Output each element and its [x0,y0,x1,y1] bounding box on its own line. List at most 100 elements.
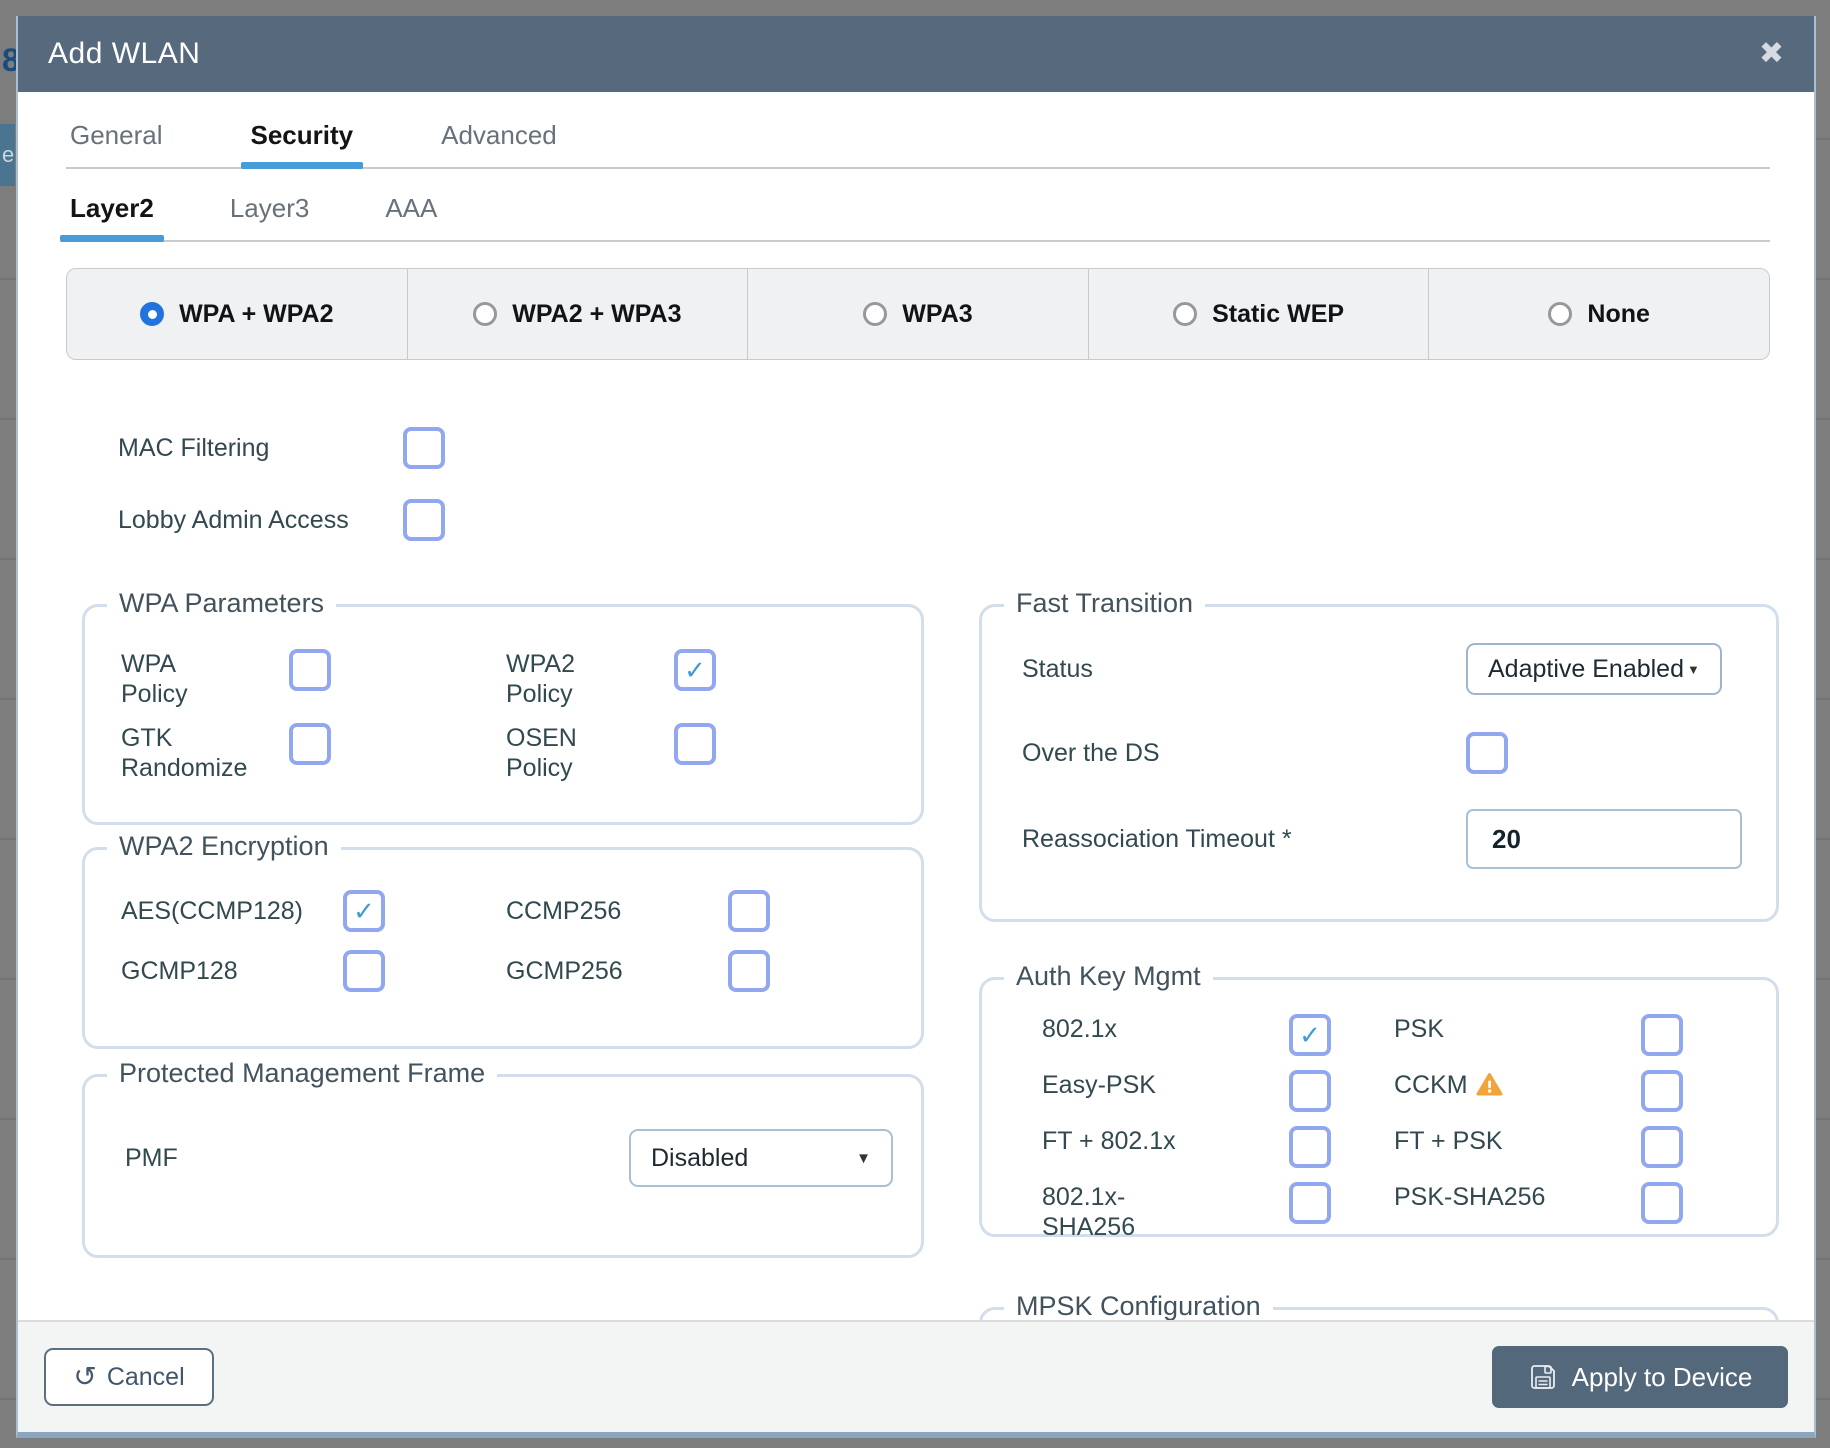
gcmp256-label: GCMP256 [506,957,623,985]
warning-icon [1476,1072,1503,1104]
tab-security[interactable]: Security [240,120,363,169]
dot1x-sha256-label: 802.1x-SHA256 [1042,1183,1136,1241]
background-button-fragment: e [0,124,15,186]
security-subtabs: Layer2 Layer3 AAA [60,169,1770,242]
dot1x-sha256-cell: 802.1x-SHA256 [1042,1182,1394,1242]
save-icon [1528,1362,1558,1392]
right-column: Fast Transition Status Adaptive Enabled … [979,588,1779,1326]
chevron-down-icon: ▼ [856,1149,871,1167]
auth-key-mgmt-section: Auth Key Mgmt 802.1x PSK Easy-PSK [979,961,1779,1241]
easy-psk-checkbox[interactable] [1289,1070,1331,1112]
aes-ccmp128-cell: AES(CCMP128) [121,890,506,932]
left-column: WPA Parameters WPA Policy WPA2 Policy GT… [82,588,924,1258]
fast-transition-section: Fast Transition Status Adaptive Enabled … [979,588,1779,922]
easy-psk-label: Easy-PSK [1042,1071,1156,1099]
dialog-body: General Security Advanced Layer2 Layer3 … [18,92,1814,1326]
over-the-ds-label: Over the DS [1022,738,1160,767]
ccmp256-checkbox[interactable] [728,890,770,932]
gcmp128-cell: GCMP128 [121,950,506,992]
reassociation-timeout-input[interactable] [1466,809,1742,869]
wpa-parameters-title: WPA Parameters [107,588,337,619]
dialog-header: Add WLAN ✖ [18,16,1814,92]
gtk-randomize-label: GTK Randomize [121,724,248,782]
reassociation-timeout-row: Reassociation Timeout * [1022,809,1746,869]
chevron-down-icon: ▼ [1686,661,1700,677]
status-row: Status Adaptive Enabled ▼ [1022,641,1746,697]
ft-dot1x-checkbox[interactable] [1289,1126,1331,1168]
status-select-value: Adaptive Enabled [1488,654,1684,683]
reassociation-timeout-label: Reassociation Timeout * [1022,824,1292,853]
pmf-label: PMF [125,1144,178,1172]
dot1x-label: 802.1x [1042,1015,1118,1043]
gcmp256-checkbox[interactable] [728,950,770,992]
radio-label: WPA2 + WPA3 [512,299,682,328]
fast-transition-title: Fast Transition [1004,588,1206,619]
mac-filtering-checkbox[interactable] [403,427,445,469]
tab-advanced[interactable]: Advanced [437,120,561,167]
wpa-policy-checkbox[interactable] [289,649,331,691]
gcmp256-cell: GCMP256 [506,950,891,992]
radio-icon-wpa-wpa2 [140,302,165,326]
lobby-admin-access-row: Lobby Admin Access [66,492,1770,548]
dot1x-checkbox[interactable] [1289,1014,1331,1056]
radio-static-wep[interactable]: Static WEP [1089,269,1430,359]
radio-wpa2-wpa3[interactable]: WPA2 + WPA3 [408,269,749,359]
status-select[interactable]: Adaptive Enabled ▼ [1466,643,1722,695]
mac-filtering-row: MAC Filtering [66,420,1770,476]
psk-checkbox[interactable] [1641,1014,1683,1056]
tab-general[interactable]: General [66,120,167,167]
main-tabs: General Security Advanced [66,92,1770,169]
cancel-button-label: Cancel [106,1362,185,1391]
over-the-ds-checkbox[interactable] [1466,732,1508,774]
mpsk-configuration-title: MPSK Configuration [1004,1291,1273,1322]
cancel-button[interactable]: ↺ Cancel [44,1348,214,1406]
apply-button-label: Apply to Device [1571,1361,1753,1392]
subtab-aaa[interactable]: AAA [381,193,441,240]
wpa2-policy-checkbox[interactable] [674,649,716,691]
pmf-section-title: Protected Management Frame [107,1058,498,1089]
add-wlan-dialog: Add WLAN ✖ General Security Advanced Lay… [16,16,1816,1438]
lobby-admin-access-checkbox[interactable] [403,499,445,541]
wpa2-encryption-title: WPA2 Encryption [107,831,341,862]
radio-icon-wpa2-wpa3 [473,302,498,326]
security-mode-group: WPA + WPA2 WPA2 + WPA3 WPA3 Static WEP N… [66,268,1770,360]
radio-icon-static-wep [1173,302,1198,326]
radio-wpa-wpa2[interactable]: WPA + WPA2 [67,269,408,359]
gtk-randomize-checkbox[interactable] [289,723,331,765]
close-icon[interactable]: ✖ [1759,39,1784,69]
radio-wpa3[interactable]: WPA3 [748,269,1089,359]
gcmp128-label: GCMP128 [121,957,238,985]
osen-policy-label: OSEN Policy [506,724,577,782]
subtab-layer3[interactable]: Layer3 [226,193,314,240]
gcmp128-checkbox[interactable] [343,950,385,992]
ft-psk-checkbox[interactable] [1641,1126,1683,1168]
ccmp256-label: CCMP256 [506,897,622,925]
cckm-cell: CCKM [1394,1070,1746,1112]
psk-sha256-checkbox[interactable] [1641,1182,1683,1224]
gtk-randomize-cell: GTK Randomize [121,723,506,783]
radio-label: Static WEP [1212,299,1345,328]
wpa2-policy-cell: WPA2 Policy [506,649,891,709]
cckm-checkbox[interactable] [1641,1070,1683,1112]
auth-key-mgmt-title: Auth Key Mgmt [1004,961,1213,992]
osen-policy-checkbox[interactable] [674,723,716,765]
dot1x-cell: 802.1x [1042,1014,1394,1056]
subtab-layer2[interactable]: Layer2 [60,193,164,242]
osen-policy-cell: OSEN Policy [506,723,891,783]
wpa-parameters-section: WPA Parameters WPA Policy WPA2 Policy GT… [82,588,924,825]
apply-to-device-button[interactable]: Apply to Device [1492,1346,1788,1408]
dot1x-sha256-checkbox[interactable] [1289,1182,1331,1224]
pmf-select[interactable]: Disabled ▼ [629,1129,893,1187]
radio-icon-wpa3 [863,302,888,326]
lobby-admin-access-label: Lobby Admin Access [118,505,349,534]
ft-psk-label: FT + PSK [1394,1127,1503,1155]
psk-sha256-cell: PSK-SHA256 [1394,1182,1746,1242]
radio-none[interactable]: None [1429,269,1769,359]
psk-sha256-label: PSK-SHA256 [1394,1183,1546,1211]
radio-label: WPA3 [902,299,973,328]
background-stray-letter: e [2,142,15,167]
radio-label: None [1587,299,1650,328]
aes-ccmp128-checkbox[interactable] [343,890,385,932]
ft-dot1x-cell: FT + 802.1x [1042,1126,1394,1168]
wpa-policy-cell: WPA Policy [121,649,506,709]
